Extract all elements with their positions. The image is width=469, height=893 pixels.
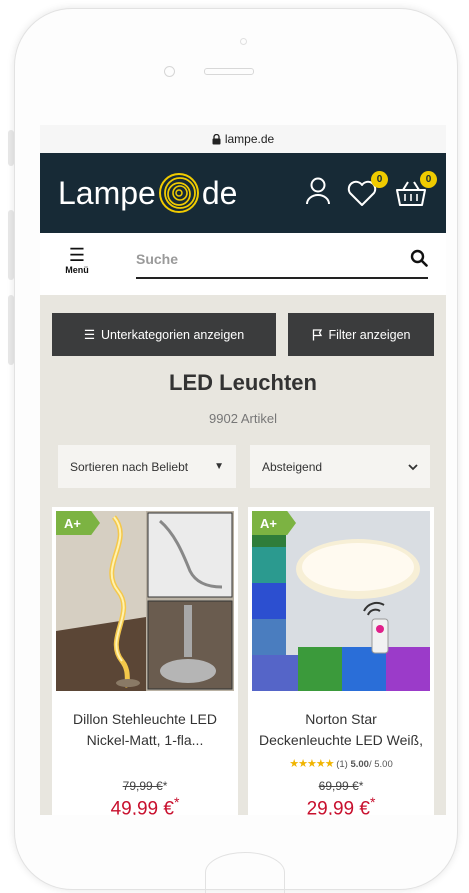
logo-text-right: de [201,174,238,211]
home-button [205,852,285,893]
logo-swirl-icon [158,173,199,213]
rating-max: / 5.00 [368,759,393,770]
list-icon: ☰ [83,328,96,342]
rating-score: 5.00 [350,759,369,770]
url-text: lampe.de [224,132,275,146]
article-count: 9902 Artikel [209,411,277,426]
search-row: ☰ Menü [40,233,446,295]
product-name[interactable]: Norton Star Deckenleuchte LED Weiß, [256,709,426,751]
chevron-down-icon: ▼ [214,461,224,472]
show-subcategories-label: Unterkategorien anzeigen [101,327,245,342]
cart-count-badge: 0 [420,171,437,188]
order-select-value: Absteigend [262,459,323,474]
product-name-line-1: Dillon Stehleuchte LED [73,711,217,727]
current-price-mark: * [369,794,376,810]
hamburger-icon: ☰ [68,245,86,265]
search-input[interactable] [136,245,386,273]
show-filter-button[interactable]: Filter anzeigen [288,313,434,356]
product-name-line-2: Nickel-Matt, 1-fla... [86,732,204,748]
search-icon[interactable] [410,249,428,267]
search-field [136,245,428,279]
product-photo-ceiling-lamp [252,511,430,691]
old-price: 79,99 €* [52,779,238,793]
screen: lampe.de Lampe de 0 0 ☰ Menü Suche ☰ Unt… [40,125,446,815]
product-name-line-1: Norton Star [305,711,377,727]
lock-icon [212,133,221,144]
current-price-mark: * [173,794,180,810]
product-card[interactable]: A+ Norton Star Deckenleuchte LED Weiß, ★… [248,507,434,815]
rating-count: (1) [336,759,348,770]
user-account-icon[interactable] [304,176,332,206]
site-logo[interactable]: Lampe de [58,171,237,215]
sort-select-value: Sortieren nach Beliebt [70,459,189,474]
product-rating[interactable]: ★★★★★ (1) 5.00/ 5.00 [248,757,434,770]
show-subcategories-button[interactable]: ☰ Unterkategorien anzeigen [52,313,276,356]
chevron-down-icon [408,463,418,470]
site-header: Lampe de 0 0 [40,153,446,233]
logo-text-left: Lampe [58,174,156,211]
product-name[interactable]: Dillon Stehleuchte LED Nickel-Matt, 1-fl… [60,709,230,751]
old-price-mark: * [358,779,364,793]
rating-stars: ★★★★★ [289,758,334,770]
product-name-line-2: Deckenleuchte LED Weiß, [259,732,423,748]
order-select[interactable]: Absteigend [250,445,430,488]
show-filter-label: Filter anzeigen [328,327,411,342]
product-card[interactable]: A+ Dillon Stehleuchte LED Nickel-Matt, 1… [52,507,238,815]
browser-url-bar[interactable]: lampe.de [40,125,446,154]
front-camera [164,66,175,77]
old-price-mark: * [162,779,168,793]
old-price-value: 79,99 € [122,779,163,793]
current-price-value: 49,99 € [110,798,174,815]
category-title: LED Leuchten [169,370,317,395]
menu-button[interactable]: ☰ Menü [58,245,96,275]
old-price: 69,99 €* [248,779,434,793]
earpiece-speaker [204,68,254,75]
flag-icon [312,328,322,340]
energy-class-badge: A+ [56,511,100,535]
current-price: 49,99 €* [52,794,238,815]
product-photo-floor-lamp [56,511,234,691]
wishlist-count-badge: 0 [371,171,388,188]
energy-class-badge: A+ [252,511,296,535]
sort-select[interactable]: Sortieren nach Beliebt ▼ [58,445,236,488]
menu-label: Menü [65,265,89,275]
current-price: 29,99 €* [248,794,434,815]
current-price-value: 29,99 € [306,798,370,815]
old-price-value: 69,99 € [318,779,359,793]
product-image-norton-star[interactable]: A+ [252,511,430,691]
sensor [240,38,247,45]
product-image-dillon[interactable]: A+ [56,511,234,691]
